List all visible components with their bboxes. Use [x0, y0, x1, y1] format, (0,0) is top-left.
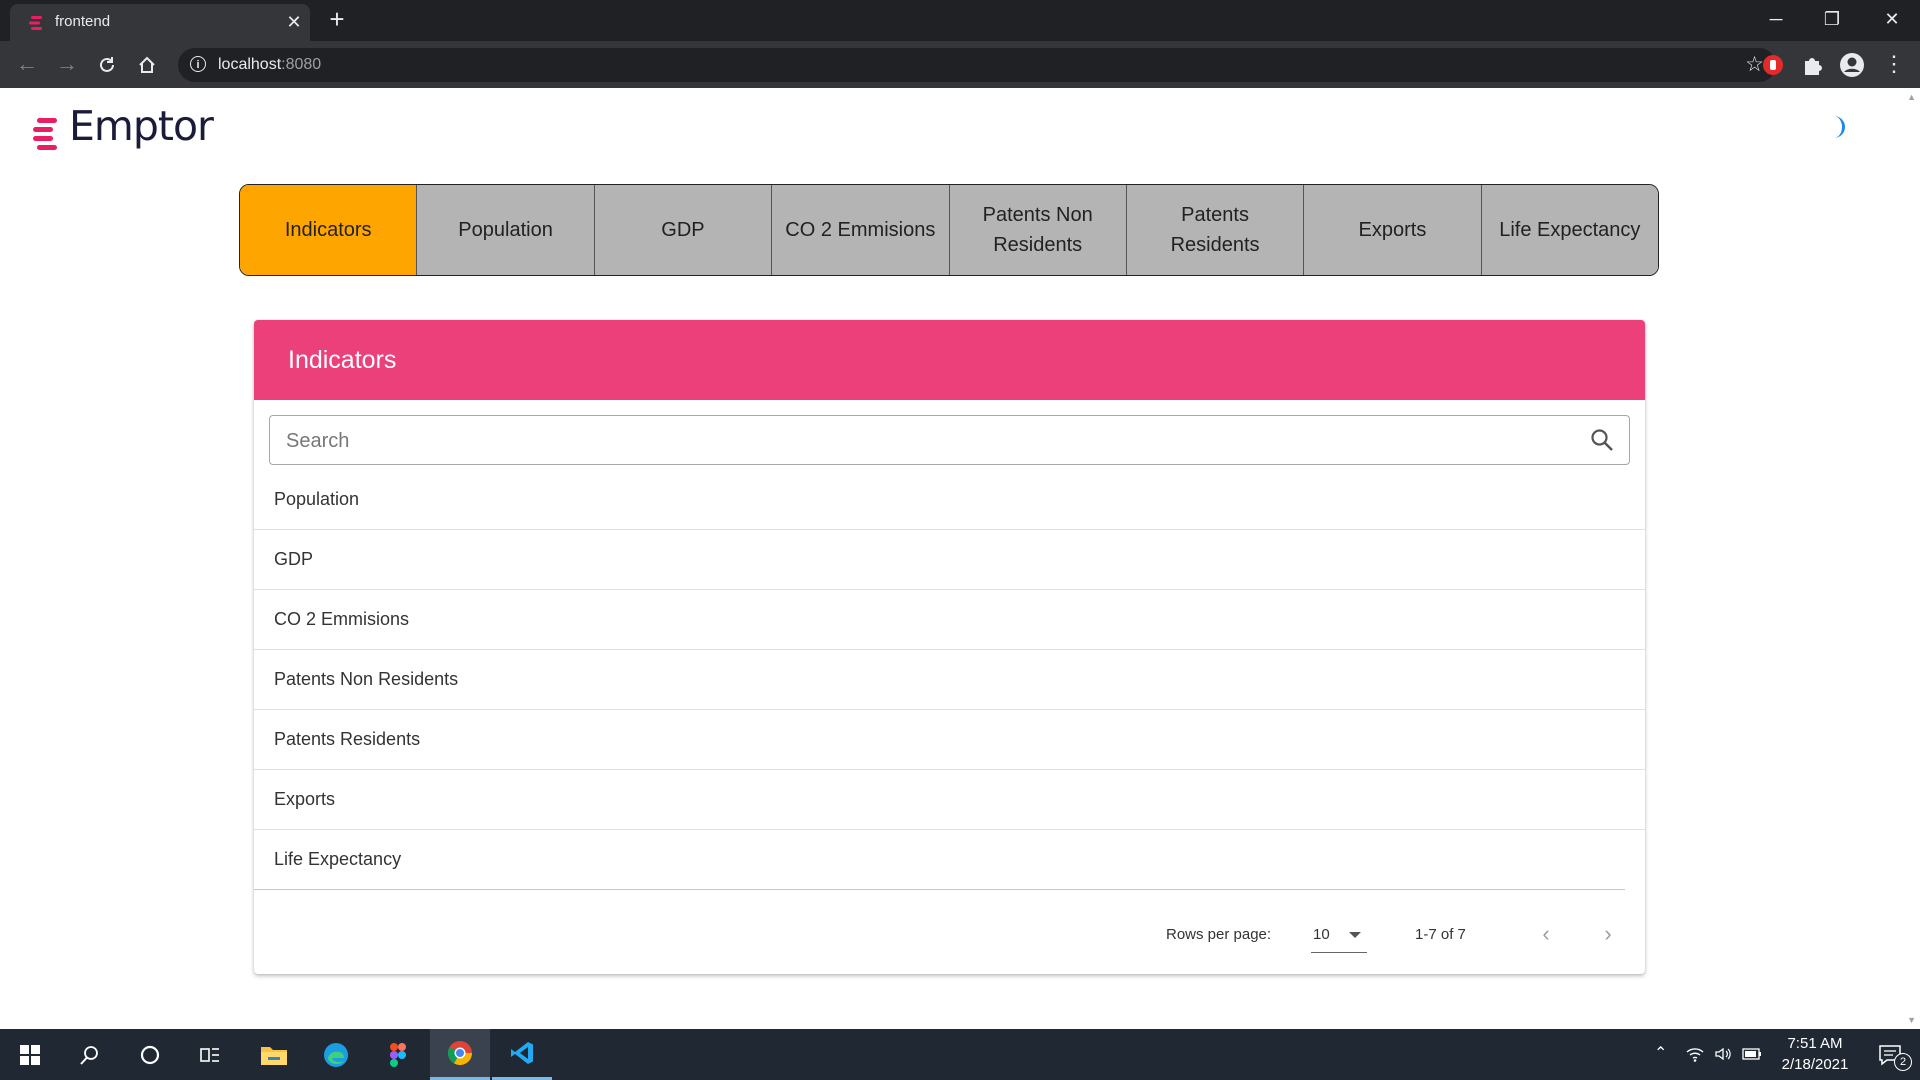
rows-per-page-select[interactable]: 10	[1311, 918, 1367, 953]
next-page-button[interactable]: ›	[1591, 918, 1625, 952]
new-tab-button[interactable]: +	[323, 6, 351, 34]
battery-icon[interactable]	[1742, 1046, 1762, 1062]
action-center-button[interactable]: 2	[1860, 1029, 1920, 1080]
dark-mode-moon-icon[interactable]	[1826, 114, 1850, 140]
volume-icon[interactable]	[1714, 1045, 1732, 1063]
tab-exports[interactable]: Exports	[1303, 185, 1481, 275]
tab-close-icon[interactable]: ✕	[282, 10, 306, 34]
minimize-button[interactable]: ─	[1748, 0, 1804, 41]
figma-icon	[390, 1042, 406, 1067]
home-button[interactable]	[133, 51, 161, 79]
reload-button[interactable]	[93, 51, 121, 79]
scroll-up-arrow-icon[interactable]: ▲	[1907, 92, 1916, 102]
extensions-puzzle-icon[interactable]	[1799, 52, 1825, 78]
forward-button[interactable]: →	[53, 51, 81, 79]
tab-life-expectancy[interactable]: Life Expectancy	[1480, 185, 1658, 275]
list-item[interactable]: Patents Residents	[254, 710, 1645, 770]
emptor-logo-icon[interactable]	[33, 106, 61, 156]
logo-text[interactable]: Emptor	[69, 102, 214, 150]
close-window-button[interactable]: ✕	[1864, 0, 1920, 41]
system-clock[interactable]: 7:51 AM 2/18/2021	[1770, 1033, 1860, 1075]
tab-patents-residents[interactable]: Patents Residents	[1125, 185, 1304, 275]
previous-page-button[interactable]: ‹	[1529, 918, 1563, 952]
browser-toolbar: ← → i localhost:8080 ☆ ⋮	[0, 41, 1920, 88]
browser-tab[interactable]: frontend ✕	[10, 4, 310, 41]
clock-time: 7:51 AM	[1787, 1035, 1843, 1052]
tab-co2-emmisions[interactable]: CO 2 Emmisions	[771, 185, 949, 275]
indicator-tabs: Indicators Population GDP CO 2 Emmisions…	[239, 184, 1659, 276]
card-header: Indicators	[254, 320, 1645, 400]
taskbar-search-button[interactable]	[60, 1029, 120, 1080]
reload-icon	[100, 57, 114, 72]
show-hidden-icons-chevron-icon[interactable]: ⌃	[1654, 1043, 1667, 1063]
wifi-icon[interactable]	[1686, 1045, 1704, 1063]
vscode-icon	[511, 1042, 533, 1064]
cortana-circle-icon	[140, 1045, 160, 1064]
rows-per-page-label: Rows per page:	[1166, 926, 1272, 943]
search-input[interactable]	[284, 426, 1568, 456]
list-item[interactable]: Life Expectancy	[254, 830, 1625, 890]
vscode-taskbar-button[interactable]	[492, 1029, 552, 1080]
tab-gdp[interactable]: GDP	[593, 185, 772, 275]
rows-per-page-value: 10	[1313, 926, 1330, 943]
indicators-list: Population GDP CO 2 Emmisions Patents No…	[254, 470, 1645, 890]
site-info-icon[interactable]: i	[190, 56, 206, 72]
cortana-button[interactable]	[120, 1029, 180, 1080]
caret-down-icon	[1349, 932, 1361, 938]
search-icon	[80, 1045, 98, 1065]
search-icon[interactable]	[1589, 427, 1615, 453]
scroll-down-arrow-icon[interactable]: ▼	[1907, 1015, 1916, 1025]
task-view-icon	[200, 1047, 219, 1062]
tab-patents-non-residents[interactable]: Patents Non Residents	[948, 185, 1126, 275]
address-bar[interactable]: i localhost:8080 ☆	[178, 48, 1776, 82]
search-field[interactable]	[269, 415, 1630, 465]
tab-indicators[interactable]: Indicators	[240, 185, 417, 275]
chrome-icon	[447, 1041, 472, 1066]
list-item[interactable]: Exports	[254, 770, 1645, 830]
page-scrollbar[interactable]: ▲ ▼	[1900, 88, 1920, 1029]
notification-count-badge: 2	[1894, 1053, 1912, 1071]
task-view-button[interactable]	[180, 1029, 240, 1080]
back-button[interactable]: ←	[13, 51, 41, 79]
profile-avatar-icon[interactable]	[1839, 52, 1865, 78]
indicators-card: Indicators Population GDP CO 2 Emmisions…	[254, 320, 1645, 974]
url-text: localhost:8080	[218, 56, 322, 73]
chrome-taskbar-button[interactable]	[430, 1029, 490, 1080]
restore-button[interactable]: ❐	[1804, 0, 1860, 41]
browser-tabstrip: frontend ✕ + ─ ❐ ✕	[0, 0, 1920, 41]
pagination-range: 1-7 of 7	[1415, 926, 1466, 943]
tab-title: frontend	[55, 13, 111, 30]
card-title: Indicators	[288, 346, 397, 374]
edge-browser-button[interactable]	[306, 1029, 366, 1080]
folder-icon	[261, 1046, 287, 1065]
table-pagination: Rows per page: 10 1-7 of 7 ‹ ›	[254, 900, 1645, 970]
clock-date: 2/18/2021	[1781, 1056, 1849, 1073]
windows-logo-icon	[20, 1044, 40, 1065]
edge-icon	[324, 1042, 348, 1067]
list-item[interactable]: Patents Non Residents	[254, 650, 1645, 710]
list-item[interactable]: GDP	[254, 530, 1645, 590]
home-icon	[139, 56, 155, 73]
app-header: Emptor	[0, 88, 1900, 168]
list-item[interactable]: Population	[254, 470, 1645, 530]
extension-stop-icon[interactable]	[1760, 52, 1786, 78]
browser-menu-button[interactable]: ⋮	[1880, 51, 1908, 79]
start-button[interactable]	[0, 1029, 60, 1080]
file-explorer-button[interactable]	[244, 1029, 304, 1080]
list-item[interactable]: CO 2 Emmisions	[254, 590, 1645, 650]
emptor-favicon-icon	[29, 16, 42, 30]
windows-taskbar: ⌃ 7:51 AM 2/18/2021 2	[0, 1029, 1920, 1080]
figma-button[interactable]	[368, 1029, 428, 1080]
tab-population[interactable]: Population	[416, 185, 594, 275]
